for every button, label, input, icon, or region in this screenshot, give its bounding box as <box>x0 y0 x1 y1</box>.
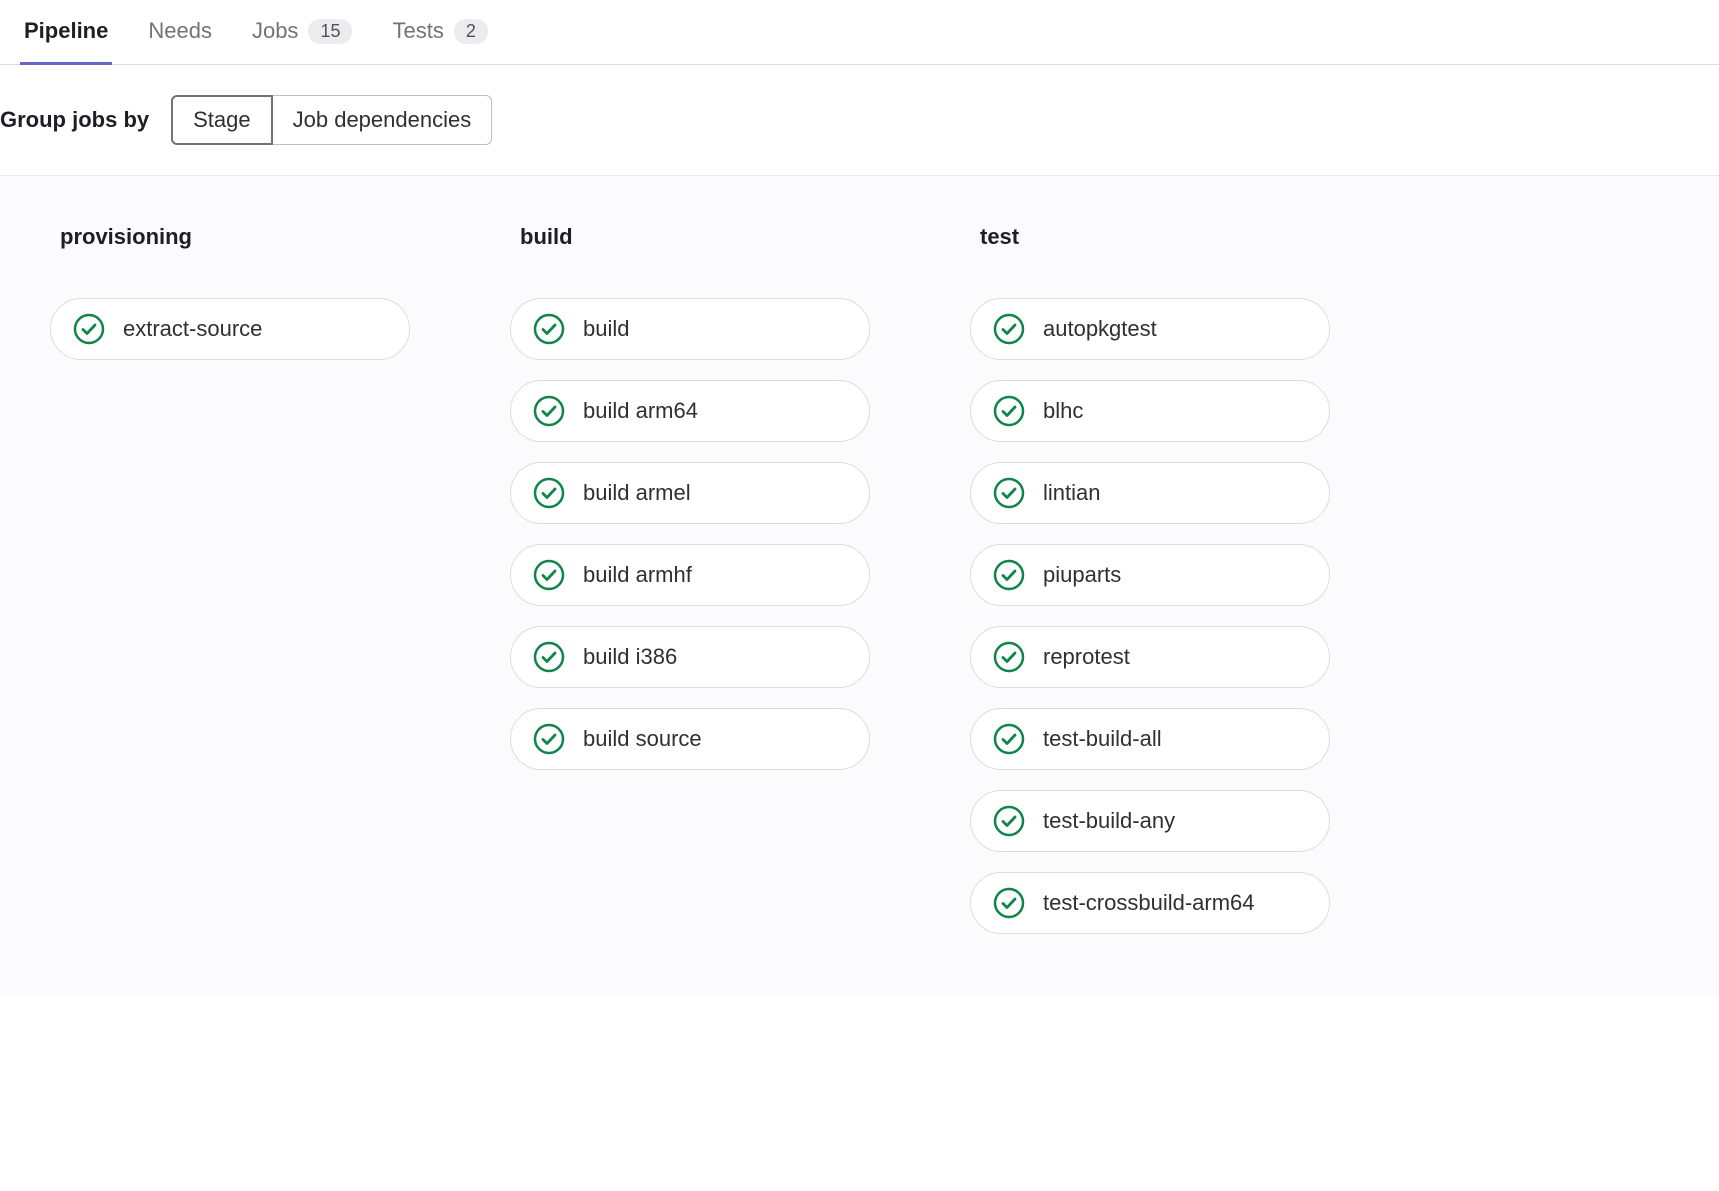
check-circle-icon <box>73 313 105 345</box>
job-pill[interactable]: build <box>510 298 870 360</box>
job-label: build arm64 <box>583 398 698 424</box>
check-circle-icon <box>993 641 1025 673</box>
job-list: extract-source <box>50 298 410 360</box>
stage-column: provisioning extract-source <box>50 224 410 360</box>
job-pill[interactable]: build source <box>510 708 870 770</box>
check-circle-icon <box>533 313 565 345</box>
check-circle-icon <box>993 805 1025 837</box>
group-by-toggle: Stage Job dependencies <box>171 95 492 145</box>
stage-title: build <box>510 224 870 250</box>
pipeline-canvas: provisioning extract-source build build b… <box>0 175 1719 994</box>
job-pill[interactable]: piuparts <box>970 544 1330 606</box>
job-label: test-build-any <box>1043 808 1175 834</box>
job-pill[interactable]: autopkgtest <box>970 298 1330 360</box>
job-label: test-build-all <box>1043 726 1162 752</box>
job-pill[interactable]: extract-source <box>50 298 410 360</box>
job-pill[interactable]: build arm64 <box>510 380 870 442</box>
tests-count-badge: 2 <box>454 19 488 44</box>
job-label: reprotest <box>1043 644 1130 670</box>
tab-pipeline[interactable]: Pipeline <box>20 0 112 65</box>
job-label: build source <box>583 726 702 752</box>
job-list: autopkgtest blhc lintian piuparts reprot… <box>970 298 1330 934</box>
job-label: test-crossbuild-arm64 <box>1043 890 1255 916</box>
job-pill[interactable]: lintian <box>970 462 1330 524</box>
job-pill[interactable]: build armel <box>510 462 870 524</box>
pipeline-tabs: Pipeline Needs Jobs 15 Tests 2 <box>0 0 1719 65</box>
job-label: build armhf <box>583 562 692 588</box>
tab-label: Jobs <box>252 18 298 44</box>
group-by-label: Group jobs by <box>0 107 149 133</box>
stage-column: build build build arm64 build armel buil… <box>510 224 870 770</box>
check-circle-icon <box>993 723 1025 755</box>
job-label: build i386 <box>583 644 677 670</box>
tab-tests[interactable]: Tests 2 <box>388 0 491 65</box>
group-by-row: Group jobs by Stage Job dependencies <box>0 65 1719 175</box>
job-pill[interactable]: test-crossbuild-arm64 <box>970 872 1330 934</box>
check-circle-icon <box>993 313 1025 345</box>
stage-column: test autopkgtest blhc lintian piuparts r… <box>970 224 1330 934</box>
job-pill[interactable]: blhc <box>970 380 1330 442</box>
check-circle-icon <box>993 477 1025 509</box>
tab-needs[interactable]: Needs <box>144 0 216 65</box>
stage-title: provisioning <box>50 224 410 250</box>
check-circle-icon <box>533 477 565 509</box>
job-label: build <box>583 316 629 342</box>
check-circle-icon <box>993 395 1025 427</box>
check-circle-icon <box>533 559 565 591</box>
job-pill[interactable]: test-build-any <box>970 790 1330 852</box>
job-pill[interactable]: reprotest <box>970 626 1330 688</box>
check-circle-icon <box>993 559 1025 591</box>
check-circle-icon <box>533 723 565 755</box>
stages-container: provisioning extract-source build build b… <box>50 224 1669 934</box>
tab-label: Needs <box>148 18 212 44</box>
group-by-deps-button[interactable]: Job dependencies <box>273 95 493 145</box>
job-label: build armel <box>583 480 691 506</box>
group-by-stage-button[interactable]: Stage <box>171 95 273 145</box>
job-label: piuparts <box>1043 562 1121 588</box>
job-label: lintian <box>1043 480 1100 506</box>
stage-title: test <box>970 224 1330 250</box>
job-label: extract-source <box>123 316 262 342</box>
job-pill[interactable]: test-build-all <box>970 708 1330 770</box>
tab-label: Pipeline <box>24 18 108 44</box>
job-list: build build arm64 build armel build armh… <box>510 298 870 770</box>
jobs-count-badge: 15 <box>308 19 352 44</box>
tab-label: Tests <box>392 18 443 44</box>
tab-jobs[interactable]: Jobs 15 <box>248 0 357 65</box>
check-circle-icon <box>533 395 565 427</box>
job-pill[interactable]: build armhf <box>510 544 870 606</box>
job-pill[interactable]: build i386 <box>510 626 870 688</box>
check-circle-icon <box>993 887 1025 919</box>
check-circle-icon <box>533 641 565 673</box>
job-label: autopkgtest <box>1043 316 1157 342</box>
job-label: blhc <box>1043 398 1083 424</box>
